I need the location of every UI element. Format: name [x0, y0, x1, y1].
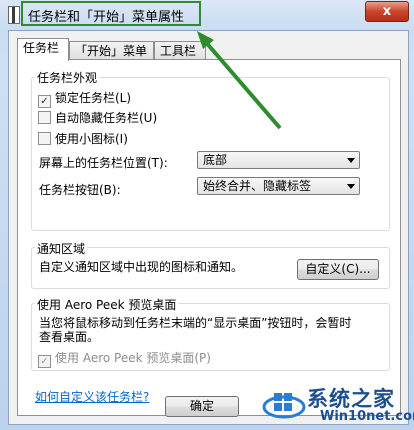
annotation-arrow — [197, 31, 282, 130]
arrow-line — [202, 38, 282, 130]
watermark-url: Win10net.com — [320, 409, 414, 424]
watermark: 系统之家 Win10net.com — [262, 383, 414, 428]
tab-taskbar[interactable]: 任务栏 — [17, 38, 69, 61]
dialog-window: 任务栏和「开始」菜单属性 x 任务栏 「开始」菜单 工具栏 任务栏外观 ✓ 锁定任… — [0, 0, 414, 430]
watermark-logo-icon — [262, 393, 306, 419]
